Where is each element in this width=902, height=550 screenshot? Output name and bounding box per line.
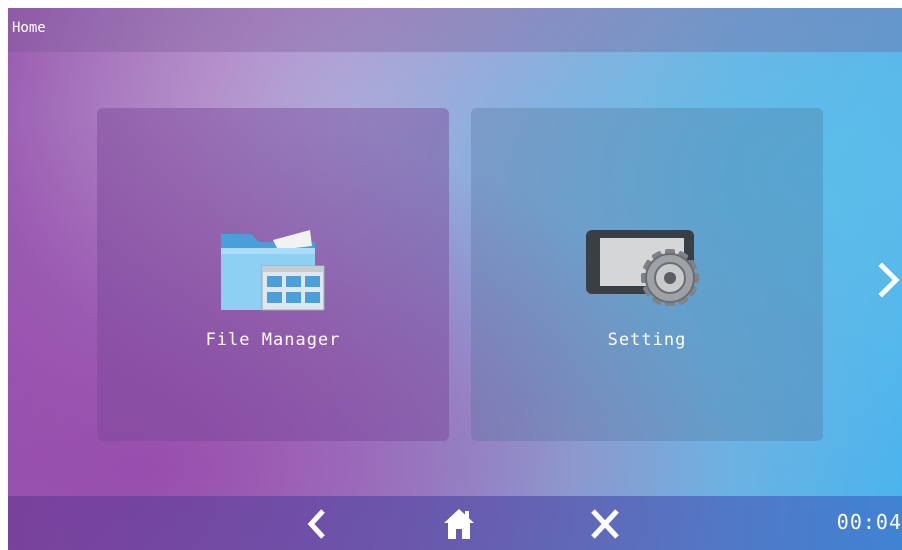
home-screen: Home File Manager Setting 00:04 bbox=[8, 8, 902, 550]
home-button[interactable] bbox=[439, 506, 479, 542]
navigation-bar: 00:04 bbox=[8, 496, 902, 550]
close-icon bbox=[591, 509, 619, 539]
clock: 00:04 bbox=[836, 510, 902, 534]
chevron-right-icon[interactable] bbox=[876, 260, 902, 300]
app-label-setting: Setting bbox=[607, 330, 687, 350]
close-button[interactable] bbox=[585, 506, 625, 542]
folder-icon bbox=[218, 226, 328, 320]
home-icon bbox=[444, 509, 474, 539]
back-button[interactable] bbox=[298, 506, 338, 542]
title-bar: Home bbox=[8, 8, 902, 52]
app-label-file-manager: File Manager bbox=[205, 330, 341, 350]
settings-tablet-gear-icon bbox=[582, 226, 712, 310]
page-title: Home bbox=[12, 20, 46, 36]
app-tile-setting[interactable]: Setting bbox=[471, 108, 823, 441]
app-tile-file-manager[interactable]: File Manager bbox=[97, 108, 449, 441]
chevron-left-icon bbox=[307, 509, 325, 539]
